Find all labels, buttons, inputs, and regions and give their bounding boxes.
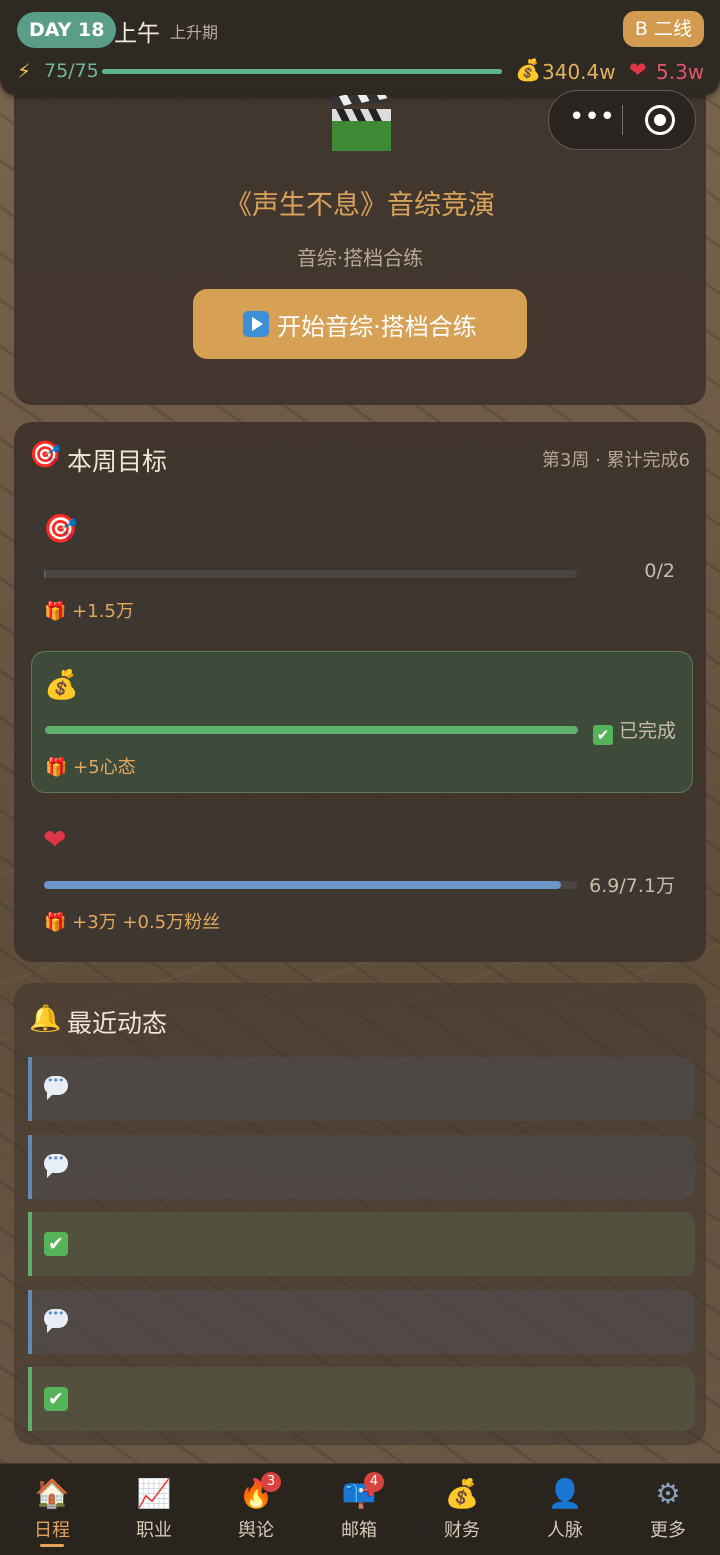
activity-item[interactable]: ✔ <box>28 1212 695 1276</box>
status-bar: DAY 18 上午 上升期 B 二线 ⚡ 75/75 💰 340.4w ❤ 5.… <box>0 0 720 95</box>
goal-reward-text: +3万 +0.5万粉丝 <box>72 912 221 933</box>
chart-icon: 📈 <box>136 1477 172 1510</box>
day-badge: DAY 18 <box>17 12 117 48</box>
money-value: 340.4w <box>542 60 616 84</box>
event-subtitle: 音综·搭档合练 <box>296 246 424 270</box>
event-title: 《声生不息》音综竞演 <box>225 190 495 221</box>
goal-reward: 🎁 +5心态 <box>45 753 136 779</box>
capsule-divider <box>622 105 623 135</box>
target-icon: 🎯 <box>29 440 62 470</box>
goal-progress-fill <box>44 570 46 578</box>
goal-status: 6.9/7.1万 <box>589 875 675 897</box>
activity-item[interactable] <box>28 1290 695 1354</box>
tab-label: 更多 <box>650 1520 686 1541</box>
goal-status-text: 已完成 <box>618 720 676 742</box>
fame-value: 5.3w <box>656 60 705 84</box>
recent-activity-title: 最近动态 <box>67 1009 168 1038</box>
goal-progress-bar <box>45 726 578 734</box>
speech-bubble-icon <box>44 1306 68 1334</box>
tab-network[interactable]: 👤 人脉 <box>514 1464 616 1555</box>
goal-card[interactable]: 🎯 0/2 🎁 +1.5万 <box>31 496 691 636</box>
check-icon: ✔ <box>44 1383 68 1411</box>
mailbox-icon: 📪 <box>341 1477 377 1510</box>
tab-label: 财务 <box>444 1520 480 1541</box>
career-phase: 上升期 <box>170 23 219 42</box>
fire-icon: 🔥 <box>238 1477 274 1510</box>
active-tab-indicator <box>40 1544 64 1547</box>
tab-label: 人脉 <box>547 1520 583 1541</box>
tab-more[interactable]: ⚙ 更多 <box>617 1464 719 1555</box>
play-icon <box>243 311 270 337</box>
tab-label: 日程 <box>34 1520 70 1541</box>
goal-progress-bar <box>44 570 577 578</box>
goal-status: 0/2 <box>644 560 675 582</box>
check-icon: ✔ <box>44 1228 68 1256</box>
close-miniprogram-icon[interactable] <box>645 105 675 135</box>
start-button-label: 开始音综·搭档合练 <box>277 312 477 341</box>
gift-icon: 🎁 <box>44 601 67 622</box>
activity-item[interactable] <box>28 1135 695 1199</box>
energy-value: 75/75 <box>44 60 99 82</box>
tab-opinion[interactable]: 🔥 3 舆论 <box>205 1464 307 1555</box>
lightning-icon: ⚡ <box>17 59 32 83</box>
tab-label: 职业 <box>136 1520 172 1541</box>
heart-icon: ❤ <box>43 823 67 856</box>
goal-card[interactable]: 💰 ✔ 已完成 🎁 +5心态 <box>31 651 693 793</box>
energy-bar-fill <box>102 69 502 74</box>
speech-bubble-icon <box>44 1151 68 1179</box>
goal-card[interactable]: ❤ 6.9/7.1万 🎁 +3万 +0.5万粉丝 <box>31 807 691 947</box>
start-event-button[interactable]: 开始音综·搭档合练 <box>193 289 527 359</box>
activity-item[interactable] <box>28 1057 695 1121</box>
tab-label: 舆论 <box>238 1520 274 1541</box>
tab-finance[interactable]: 💰 财务 <box>411 1464 513 1555</box>
time-period: 上午 <box>114 21 160 47</box>
goal-progress-fill <box>44 881 561 889</box>
bottom-tab-bar: 🏠 日程 📈 职业 🔥 3 舆论 📪 4 邮箱 💰 财务 👤 人脉 ⚙ 更多 <box>0 1463 720 1555</box>
tab-label: 邮箱 <box>341 1520 377 1541</box>
notification-badge: 4 <box>364 1472 384 1492</box>
goal-progress-fill <box>45 726 578 734</box>
money-bag-icon: 💰 <box>515 58 542 82</box>
notification-badge: 3 <box>261 1472 281 1492</box>
person-icon: 👤 <box>547 1477 583 1510</box>
speech-bubble-icon <box>44 1073 68 1101</box>
tab-career[interactable]: 📈 职业 <box>103 1464 205 1555</box>
weekly-goals-title: 本周目标 <box>67 447 168 476</box>
tier-badge[interactable]: B 二线 <box>622 11 704 47</box>
miniprogram-capsule: ••• <box>548 90 696 150</box>
heart-icon: ❤ <box>629 58 647 82</box>
gear-icon: ⚙ <box>655 1477 681 1510</box>
gift-icon: 🎁 <box>45 757 68 778</box>
goal-reward-text: +1.5万 <box>72 601 134 622</box>
bell-icon: 🔔 <box>29 1004 62 1034</box>
check-icon: ✔ <box>592 725 613 745</box>
tab-mailbox[interactable]: 📪 4 邮箱 <box>308 1464 410 1555</box>
energy-bar <box>102 69 502 74</box>
clapperboard-icon <box>330 95 391 151</box>
activity-item[interactable]: ✔ <box>28 1367 695 1431</box>
more-options-icon[interactable]: ••• <box>569 103 615 133</box>
goal-reward: 🎁 +3万 +0.5万粉丝 <box>44 908 220 934</box>
target-icon: 🎯 <box>43 512 78 545</box>
goal-reward-text: +5心态 <box>73 757 136 778</box>
goal-status: ✔ 已完成 <box>592 716 676 745</box>
home-icon: 🏠 <box>34 1477 70 1510</box>
tab-schedule[interactable]: 🏠 日程 <box>1 1464 103 1555</box>
weekly-goals-meta: 第3周 · 累计完成6 <box>541 450 690 471</box>
gift-icon: 🎁 <box>44 912 67 933</box>
goal-progress-bar <box>44 881 577 889</box>
money-bag-icon: 💰 <box>444 1477 480 1510</box>
goal-reward: 🎁 +1.5万 <box>44 597 134 623</box>
money-bag-icon: 💰 <box>44 668 79 701</box>
